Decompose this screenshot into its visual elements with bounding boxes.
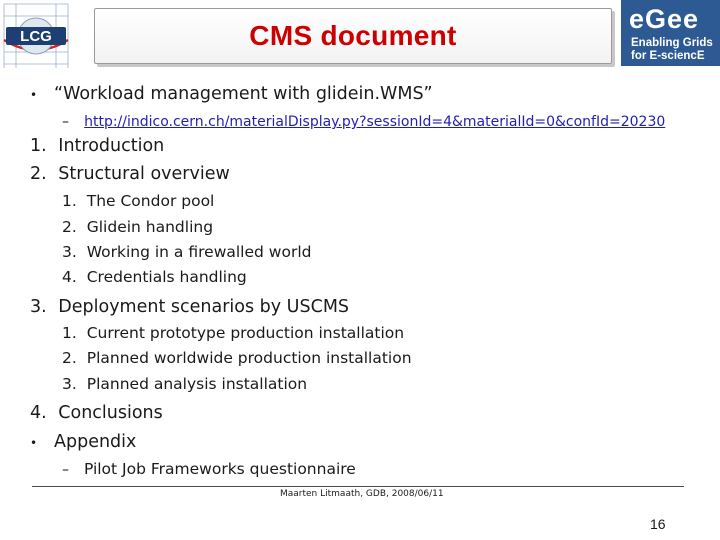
- bullet-text: “Workload management with glidein.WMS”: [54, 84, 433, 104]
- indico-link[interactable]: http://indico.cern.ch/materialDisplay.py…: [84, 114, 665, 130]
- list-item-text: Conclusions: [58, 403, 163, 423]
- bullet-text: Appendix: [54, 432, 137, 452]
- sub-list-item-number: 1.: [62, 324, 77, 342]
- sub-list-item-number: 4.: [62, 268, 77, 286]
- list-item-number: 4.: [30, 403, 47, 423]
- egee-logo-word: eGee: [629, 4, 700, 34]
- sub-list-item-text: Working in a firewalled world: [86, 243, 312, 261]
- sub-list-item-number: 2.: [62, 218, 77, 236]
- sub-list-item-text: Credentials handling: [86, 268, 247, 286]
- list-item: 4. Conclusions: [30, 403, 163, 423]
- lcg-logo: LCG: [0, 0, 72, 72]
- egee-tagline-2: for E-sciencE: [631, 50, 705, 62]
- sub-list-item: 4. Credentials handling: [62, 268, 247, 286]
- list-item: 1. Introduction: [30, 136, 164, 156]
- sub-item-text: Pilot Job Frameworks questionnaire: [83, 460, 356, 478]
- sub-list-item-text: Planned analysis installation: [86, 375, 308, 393]
- sub-item-appendix: – Pilot Job Frameworks questionnaire: [62, 460, 356, 478]
- page-number: 16: [650, 516, 666, 532]
- sub-list-item: 1. The Condor pool: [62, 192, 214, 210]
- dash-icon: –: [62, 114, 69, 130]
- sub-list-item-text: The Condor pool: [86, 192, 215, 210]
- sub-list-item: 3. Planned analysis installation: [62, 375, 307, 393]
- list-item: 3. Deployment scenarios by USCMS: [30, 297, 349, 317]
- sub-list-item-text: Planned worldwide production installatio…: [86, 349, 412, 367]
- footer-author: Maarten Litmaath, GDB, 2008/06/11: [280, 489, 444, 499]
- bullet-item-appendix: • Appendix: [30, 432, 136, 452]
- sub-list-item-text: Current prototype production installatio…: [86, 324, 405, 342]
- list-item-number: 3.: [30, 297, 47, 317]
- sub-list-item: 2. Planned worldwide production installa…: [62, 349, 412, 367]
- list-item-text: Structural overview: [58, 164, 230, 184]
- bullet-icon: •: [30, 88, 38, 102]
- page-title: CMS document: [249, 20, 457, 51]
- list-item-number: 2.: [30, 164, 47, 184]
- sub-list-item: 2. Glidein handling: [62, 218, 213, 236]
- sub-list-item-number: 3.: [62, 375, 77, 393]
- list-item: 2. Structural overview: [30, 164, 230, 184]
- lcg-logo-text: LCG: [20, 28, 52, 45]
- dash-icon: –: [62, 462, 69, 478]
- list-item-number: 1.: [30, 136, 47, 156]
- sub-item-link: – http://indico.cern.ch/materialDisplay.…: [62, 111, 665, 130]
- sub-list-item-number: 2.: [62, 349, 77, 367]
- sub-list-item-text: Glidein handling: [86, 218, 214, 236]
- bullet-item-workload: • “Workload management with glidein.WMS”: [30, 84, 433, 104]
- list-item-text: Introduction: [58, 136, 165, 156]
- title-box: CMS document: [94, 8, 612, 64]
- egee-tagline-1: Enabling Grids: [631, 37, 713, 49]
- egee-logo: eGee Enabling Grids for E-sciencE: [621, 0, 720, 66]
- footer-divider: [32, 486, 684, 487]
- sub-list-item-number: 3.: [62, 243, 77, 261]
- bullet-icon: •: [30, 436, 38, 450]
- sub-list-item: 1. Current prototype production installa…: [62, 324, 404, 342]
- sub-list-item-number: 1.: [62, 192, 77, 210]
- sub-list-item: 3. Working in a firewalled world: [62, 243, 311, 261]
- list-item-text: Deployment scenarios by USCMS: [58, 297, 350, 317]
